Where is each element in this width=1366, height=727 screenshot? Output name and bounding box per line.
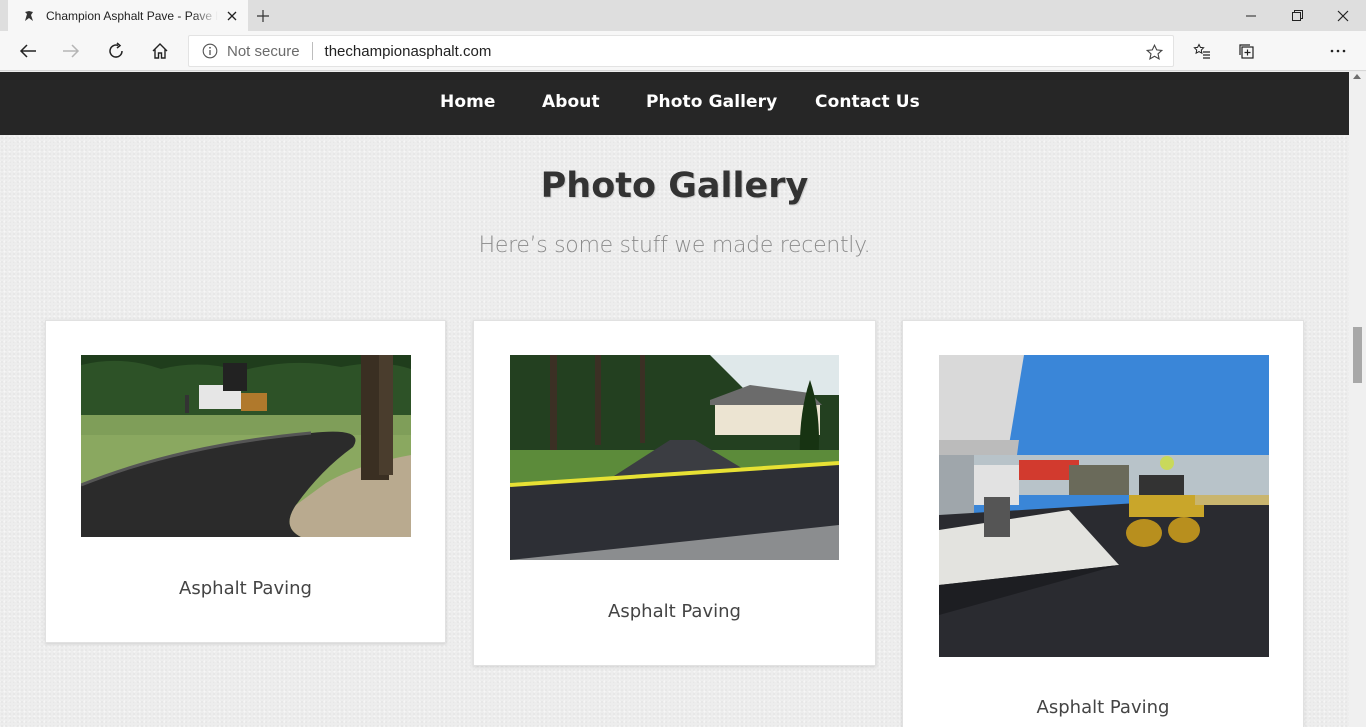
nav-about[interactable]: About [542, 92, 600, 112]
gallery-card[interactable]: Asphalt Paving [473, 320, 876, 666]
favorites-icon[interactable] [1188, 37, 1216, 65]
gas-station-paving-photo[interactable] [939, 355, 1269, 657]
info-icon[interactable] [202, 43, 218, 59]
collections-icon[interactable] [1232, 37, 1260, 65]
refresh-icon[interactable] [102, 37, 130, 65]
restore-icon[interactable] [1274, 0, 1320, 31]
page-scrollbar[interactable] [1349, 72, 1366, 727]
plus-icon[interactable] [252, 5, 274, 27]
scroll-thumb[interactable] [1353, 327, 1362, 383]
page-title: Photo Gallery [540, 166, 809, 206]
more-icon[interactable] [1324, 37, 1352, 65]
scroll-up-icon[interactable] [1353, 74, 1361, 79]
star-icon[interactable] [1145, 43, 1163, 61]
url-text[interactable]: thechampionasphalt.com [325, 43, 492, 60]
page-viewport: Home About Photo Gallery Contact Us Phot… [0, 72, 1349, 727]
tab-strip: Champion Asphalt Pave - Pave li [0, 0, 1366, 31]
nav-contact-us[interactable]: Contact Us [815, 92, 920, 112]
gallery-card[interactable]: Asphalt Paving [45, 320, 446, 643]
card-caption: Asphalt Paving [179, 578, 312, 599]
site-navbar: Home About Photo Gallery Contact Us [0, 72, 1349, 135]
minimize-icon[interactable] [1228, 0, 1274, 31]
card-caption: Asphalt Paving [1036, 697, 1170, 718]
browser-tab[interactable]: Champion Asphalt Pave - Pave li [8, 0, 248, 31]
close-icon[interactable] [224, 8, 240, 24]
page-subtitle: Here’s some stuff we made recently. [478, 233, 871, 258]
gallery-card[interactable]: Asphalt Paving [902, 320, 1304, 727]
forward-icon[interactable] [57, 37, 85, 65]
browser-toolbar: Not secure thechampionasphalt.com [0, 31, 1366, 71]
home-icon[interactable] [146, 37, 174, 65]
address-divider [311, 42, 313, 60]
address-bar[interactable]: Not secure thechampionasphalt.com [188, 35, 1174, 67]
card-caption: Asphalt Paving [608, 601, 741, 622]
security-label: Not secure [227, 42, 300, 60]
close-window-icon[interactable] [1320, 0, 1366, 31]
curved-driveway-photo[interactable] [81, 355, 411, 537]
nav-photo-gallery[interactable]: Photo Gallery [646, 92, 777, 112]
nav-home[interactable]: Home [440, 92, 496, 112]
favicon-icon [22, 9, 36, 23]
tab-title: Champion Asphalt Pave - Pave li [46, 8, 218, 23]
residential-driveway-photo[interactable] [510, 355, 839, 560]
back-icon[interactable] [14, 37, 42, 65]
